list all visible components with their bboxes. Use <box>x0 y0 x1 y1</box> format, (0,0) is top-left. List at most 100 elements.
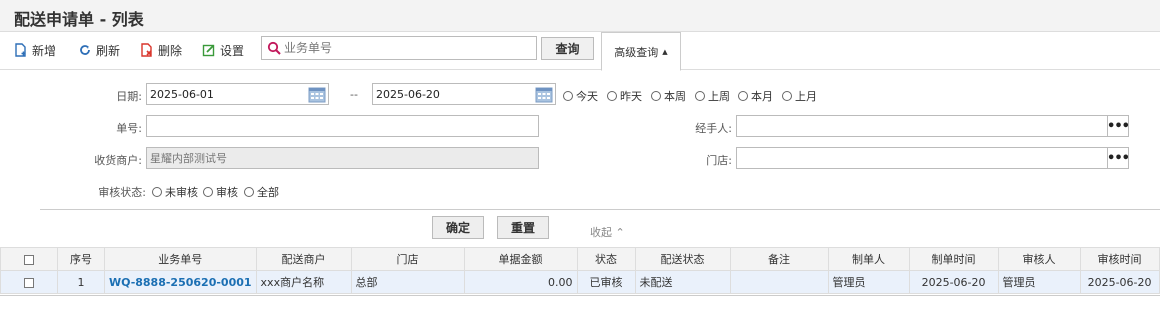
column-header[interactable]: 制单时间 <box>908 247 999 271</box>
column-header[interactable]: 备注 <box>729 247 829 271</box>
title-bar: 配送申请单 - 列表 <box>0 0 1160 32</box>
row-select-cell[interactable] <box>0 270 58 294</box>
receiver-value: 星耀内部测试号 <box>150 152 227 165</box>
radio-circle-icon <box>244 187 254 197</box>
column-header[interactable]: 审核时间 <box>1079 247 1160 271</box>
collapse-label: 收起 <box>590 226 612 239</box>
new-button[interactable]: 新增 <box>14 41 56 59</box>
page-title: 配送申请单 - 列表 <box>14 10 144 29</box>
data-grid: 序号 业务单号 配送商户 门店 单据金额 状态 配送状态 备注 制单人 制单时间… <box>0 247 1160 294</box>
cell-creator: 管理员 <box>827 270 910 294</box>
column-header[interactable]: 单据金额 <box>463 247 578 271</box>
date-label: 日期: <box>116 90 142 103</box>
divider <box>40 209 1160 210</box>
radio-circle-icon <box>651 91 661 101</box>
new-button-label: 新增 <box>32 43 57 58</box>
cell-delivery-status: 未配送 <box>634 270 731 294</box>
cell-auditor: 管理员 <box>997 270 1081 294</box>
audit-status-label: 审核状态: <box>98 186 146 199</box>
ellipsis-icon: ••• <box>1107 118 1130 134</box>
radio-label: 本周 <box>664 90 686 103</box>
confirm-button[interactable]: 确定 <box>432 216 484 239</box>
radio-yesterday[interactable]: 昨天 <box>607 88 642 104</box>
checkbox[interactable] <box>24 254 34 265</box>
radio-last-month[interactable]: 上月 <box>782 88 817 104</box>
radio-label: 本月 <box>751 90 773 103</box>
radio-circle-icon <box>607 91 617 101</box>
cell-index: 1 <box>57 270 105 294</box>
radio-circle-icon <box>782 91 792 101</box>
date-from-field[interactable]: 2025-06-01 <box>146 83 329 105</box>
new-doc-icon <box>15 43 26 57</box>
radio-label: 未审核 <box>165 186 198 199</box>
delete-button-label: 删除 <box>158 43 183 58</box>
toolbar: 新增 刷新 删除 设置 业务单号 查询 高级查询 ▲ <box>0 32 1160 71</box>
radio-audited[interactable]: 审核 <box>203 184 238 200</box>
calendar-icon[interactable] <box>308 86 326 103</box>
cell-amount: 0.00 <box>463 270 578 294</box>
collapse-toggle[interactable]: 收起 ⌃ <box>590 224 625 240</box>
radio-circle-icon <box>738 91 748 101</box>
advanced-query-tab[interactable]: 高级查询 ▲ <box>601 32 681 71</box>
column-header[interactable]: 状态 <box>576 247 636 271</box>
delete-doc-icon <box>141 43 152 57</box>
handler-picker-button[interactable]: ••• <box>1107 116 1130 136</box>
radio-circle-icon <box>203 187 213 197</box>
radio-label: 上月 <box>795 90 817 103</box>
radio-today[interactable]: 今天 <box>563 88 598 104</box>
column-header[interactable]: 序号 <box>57 247 105 271</box>
radio-last-week[interactable]: 上周 <box>695 88 730 104</box>
chevron-up-icon: ⌃ <box>615 226 625 239</box>
cell-order-no-link[interactable]: WQ-8888-250620-0001 <box>104 270 257 294</box>
radio-label: 全部 <box>257 186 279 199</box>
edit-settings-icon <box>202 44 215 57</box>
column-header[interactable]: 审核人 <box>997 247 1081 271</box>
cell-store: 总部 <box>350 270 465 294</box>
cell-status: 已审核 <box>576 270 636 294</box>
caret-up-icon: ▲ <box>662 47 668 56</box>
column-header[interactable]: 门店 <box>350 247 465 271</box>
radio-unaudited[interactable]: 未审核 <box>152 184 198 200</box>
checkbox[interactable] <box>24 277 34 288</box>
calendar-icon[interactable] <box>535 86 553 103</box>
delete-button[interactable]: 删除 <box>140 41 182 59</box>
settings-button[interactable]: 设置 <box>202 41 244 59</box>
column-header[interactable]: 配送商户 <box>255 247 352 271</box>
handler-label: 经手人: <box>695 122 732 135</box>
receiver-label: 收货商户: <box>94 154 142 167</box>
reset-button[interactable]: 重置 <box>497 216 549 239</box>
radio-circle-icon <box>563 91 573 101</box>
grid-bottom-border <box>0 295 1160 296</box>
search-icon <box>267 41 281 55</box>
radio-label: 审核 <box>216 186 238 199</box>
handler-field[interactable]: ••• <box>736 115 1130 137</box>
store-picker-button[interactable]: ••• <box>1107 148 1130 168</box>
radio-label: 上周 <box>708 90 730 103</box>
query-button[interactable]: 查询 <box>541 37 594 60</box>
table-header-row: 序号 业务单号 配送商户 门店 单据金额 状态 配送状态 备注 制单人 制单时间… <box>0 247 1160 271</box>
table-row[interactable]: 1 WQ-8888-250620-0001 xxx商户名称 总部 0.00 已审… <box>0 270 1160 294</box>
radio-circle-icon <box>152 187 162 197</box>
cell-created-at: 2025-06-20 <box>908 270 999 294</box>
column-header[interactable]: 制单人 <box>827 247 910 271</box>
radio-all[interactable]: 全部 <box>244 184 279 200</box>
refresh-button[interactable]: 刷新 <box>78 41 120 59</box>
select-all-cell[interactable] <box>0 247 58 271</box>
column-header[interactable]: 配送状态 <box>634 247 731 271</box>
advanced-query-label: 高级查询 <box>614 45 659 59</box>
page: 配送申请单 - 列表 新增 刷新 删除 设置 业务单号 查询 高级查询 ▲ 日期… <box>0 0 1160 335</box>
radio-circle-icon <box>695 91 705 101</box>
radio-label: 今天 <box>576 90 598 103</box>
order-no-field[interactable] <box>146 115 539 137</box>
date-to-field[interactable]: 2025-06-20 <box>372 83 556 105</box>
search-input[interactable] <box>284 38 524 58</box>
refresh-icon <box>80 45 90 55</box>
ellipsis-icon: ••• <box>1107 150 1130 166</box>
date-from-value: 2025-06-01 <box>150 87 214 101</box>
store-field[interactable]: ••• <box>736 147 1130 169</box>
radio-this-week[interactable]: 本周 <box>651 88 686 104</box>
refresh-button-label: 刷新 <box>96 43 121 58</box>
search-box <box>261 36 537 60</box>
radio-this-month[interactable]: 本月 <box>738 88 773 104</box>
column-header[interactable]: 业务单号 <box>104 247 257 271</box>
